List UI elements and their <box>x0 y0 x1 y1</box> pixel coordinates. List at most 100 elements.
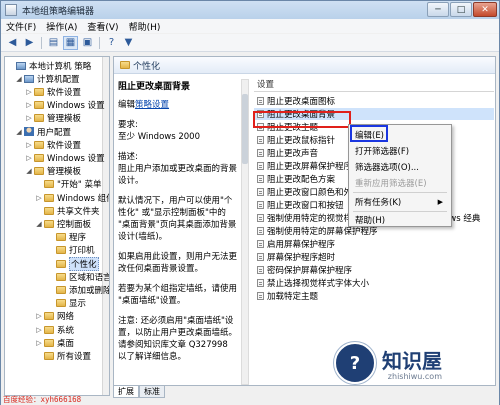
menu-bar: 文件(F) 操作(A) 查看(V) 帮助(H) <box>1 19 499 33</box>
policy-tree[interactable]: 本地计算机 策略 ◢ 计算机配置 ▷ 软件设置 ▷ Windows 设置 ▷ 管理模板 ◢ 用户配置… <box>4 56 110 396</box>
tree-item-label: 用户配置 <box>37 127 72 138</box>
folder-icon <box>44 312 54 321</box>
help-icon[interactable]: ? <box>104 36 119 50</box>
tree-item-label: 本地计算机 策略 <box>29 61 92 72</box>
tree-item[interactable]: ◢ 计算机配置 <box>15 72 80 85</box>
show-tree-icon[interactable]: ▦ <box>63 35 78 50</box>
close-button[interactable]: ✕ <box>473 2 497 17</box>
filter-icon[interactable]: ▼ <box>121 36 136 50</box>
expand-toggle-icon[interactable]: ▷ <box>25 154 33 162</box>
expand-toggle-icon[interactable]: ▷ <box>35 312 43 320</box>
tree-item[interactable]: 打印机 <box>47 244 95 257</box>
tree-item[interactable]: ▷ 系统 <box>35 323 74 336</box>
expand-toggle-icon[interactable]: ▷ <box>35 326 43 334</box>
tree-item[interactable]: 程序 <box>47 231 86 244</box>
menu-view[interactable]: 查看(V) <box>82 20 123 33</box>
tab-extended[interactable]: 扩展 <box>113 386 139 398</box>
folder-icon <box>44 338 54 347</box>
edit-prefix: 编辑 <box>118 100 136 110</box>
expand-toggle-icon[interactable]: ▷ <box>35 194 43 202</box>
tree-item-label: 区域和语言 <box>69 272 110 283</box>
policy-setting-icon <box>257 175 264 183</box>
folder-up-icon[interactable]: ▤ <box>46 36 61 50</box>
folder-icon <box>56 272 66 281</box>
setting-label: 阻止更改鼠标指针 <box>267 136 336 146</box>
tree-item[interactable]: 本地计算机 策略 <box>7 59 91 72</box>
setting-row[interactable]: 阻止更改桌面图标 <box>254 95 494 107</box>
section-title: 个性化 <box>133 61 161 72</box>
menu-action[interactable]: 操作(A) <box>41 20 82 33</box>
expand-toggle-icon[interactable]: ▷ <box>25 141 33 149</box>
scroll-thumb[interactable] <box>242 94 248 164</box>
tree-item-label: 打印机 <box>69 246 95 257</box>
expand-toggle-icon[interactable]: ◢ <box>15 128 23 136</box>
tree-item[interactable]: ▷ 网络 <box>35 310 74 323</box>
tree-item[interactable]: ▷ 管理模板 <box>25 112 81 125</box>
ctx-filter-options[interactable]: 筛选器选项(O)... <box>351 159 449 174</box>
expand-toggle-icon[interactable]: ▷ <box>25 101 33 109</box>
toolbar-separator <box>41 36 42 49</box>
setting-row[interactable]: 加载特定主题 <box>254 290 494 302</box>
description-para-3: 若要为某个组指定墙纸，请使用 "桌面墙纸"设置。 <box>118 284 238 306</box>
tree-item[interactable]: ◢ 管理模板 <box>25 165 81 178</box>
tree-item[interactable]: 显示 <box>47 297 86 310</box>
menu-help[interactable]: 帮助(H) <box>124 20 166 33</box>
tree-item[interactable]: 所有设置 <box>35 349 91 362</box>
back-icon[interactable]: ◀ <box>5 36 20 50</box>
expand-toggle-icon[interactable]: ◢ <box>15 75 23 83</box>
policy-setting-icon <box>257 97 264 105</box>
brand-watermark: ? 知识屋 zhishiwu.com <box>334 339 492 387</box>
ctx-all-tasks[interactable]: 所有任务(K) ▶ <box>351 194 449 209</box>
requirement-label: 要求: <box>118 120 138 130</box>
expand-toggle-icon[interactable]: ▷ <box>35 339 43 347</box>
ctx-help[interactable]: 帮助(H) <box>351 212 449 227</box>
settings-column-header[interactable]: 设置 <box>254 77 494 92</box>
expand-toggle-icon[interactable]: ▷ <box>25 88 33 96</box>
tree-item-label: 添加或删除 <box>69 285 110 296</box>
setting-row[interactable]: 密码保护屏幕保护程序 <box>254 264 494 276</box>
tree-item-label: 所有设置 <box>57 351 92 362</box>
policy-setting-icon <box>257 253 264 261</box>
tree-item[interactable]: 添加或删除 <box>47 283 110 296</box>
tab-standard[interactable]: 标准 <box>139 386 165 398</box>
tree-item[interactable]: 共享文件夹 <box>35 204 100 217</box>
tree-item[interactable]: ◢ 控制面板 <box>35 217 91 230</box>
folder-icon <box>44 325 54 334</box>
tree-item[interactable]: "开始" 菜单 <box>35 178 102 191</box>
tree-item[interactable]: ▷ 桌面 <box>35 336 74 349</box>
policy-settings-link[interactable]: 策略设置 <box>135 100 169 110</box>
maximize-button[interactable]: □ <box>450 2 472 17</box>
tree-item-label: 管理模板 <box>47 114 82 125</box>
ctx-open-filter[interactable]: 打开筛选器(F) <box>351 143 449 158</box>
policy-setting-icon <box>257 227 264 235</box>
tree-item[interactable]: 区域和语言 <box>47 270 110 283</box>
description-para-4: 注意: 还必须启用"桌面墙纸"设置，以防止用户更改桌面墙纸。请参阅知识库文章 Q… <box>118 316 238 362</box>
folder-icon <box>34 167 44 176</box>
tree-item[interactable]: ▷ Windows 设置 <box>25 99 105 112</box>
forward-icon[interactable]: ▶ <box>22 36 37 50</box>
properties-icon[interactable]: ▣ <box>80 36 95 50</box>
setting-label: 密码保护屏幕保护程序 <box>267 266 353 276</box>
setting-row[interactable]: 启用屏幕保护程序 <box>254 238 494 250</box>
description-scrollbar[interactable] <box>241 79 249 385</box>
setting-label: 阻止更改桌面图标 <box>267 97 336 107</box>
setting-row[interactable]: 禁止选择视觉样式字体大小 <box>254 277 494 289</box>
tree-item[interactable]: 个性化 <box>47 256 99 271</box>
highlight-blue-box <box>350 125 388 142</box>
expand-toggle-icon[interactable]: ◢ <box>25 167 33 175</box>
menu-file[interactable]: 文件(F) <box>1 20 41 33</box>
expand-toggle-icon[interactable]: ▷ <box>25 114 33 122</box>
tree-item[interactable]: ▷ Windows 设置 <box>25 151 105 164</box>
folder-icon <box>120 61 130 69</box>
tree-item-label: 桌面 <box>57 338 75 349</box>
setting-label: 阻止更改屏幕保护程序 <box>267 162 353 172</box>
toolbar-separator <box>99 36 100 49</box>
setting-row[interactable]: 屏幕保护程序超时 <box>254 251 494 263</box>
tree-item[interactable]: ▷ Windows 组件 <box>35 191 109 204</box>
tree-item[interactable]: ◢ 用户配置 <box>15 125 71 138</box>
expand-toggle-icon[interactable]: ◢ <box>35 220 43 228</box>
minimize-button[interactable]: ─ <box>427 2 449 17</box>
tree-item[interactable]: ▷ 软件设置 <box>25 138 81 151</box>
tree-item-label: 软件设置 <box>47 140 82 151</box>
tree-item[interactable]: ▷ 软件设置 <box>25 85 81 98</box>
